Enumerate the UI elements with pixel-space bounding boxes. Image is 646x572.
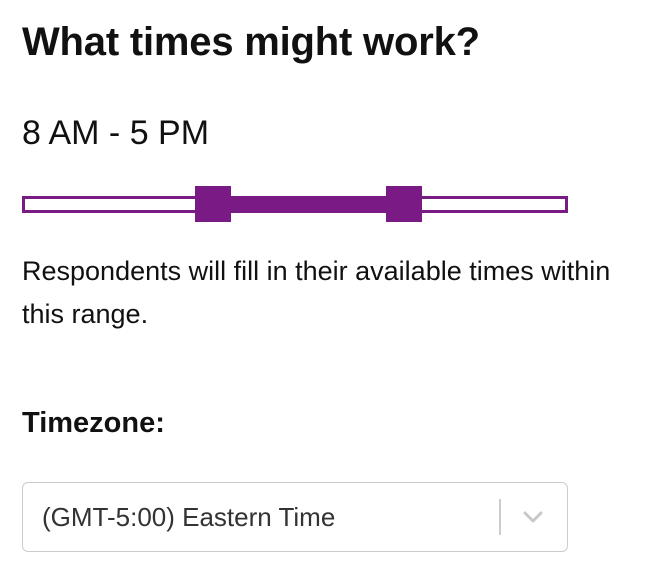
help-text: Respondents will fill in their available…: [22, 256, 611, 329]
select-separator: [499, 499, 501, 535]
timezone-select[interactable]: (GMT-5:00) Eastern Time: [22, 482, 568, 552]
timezone-label: Timezone:: [22, 407, 165, 439]
page-title: What times might work?: [22, 20, 480, 64]
slider-selected-range: [213, 196, 405, 213]
slider-start-handle[interactable]: [195, 186, 232, 222]
time-range-slider[interactable]: [22, 184, 568, 224]
time-range-label: 8 AM - 5 PM: [22, 114, 210, 152]
chevron-down-icon[interactable]: [513, 497, 553, 537]
slider-end-handle[interactable]: [386, 186, 423, 222]
timezone-selected-value: (GMT-5:00) Eastern Time: [42, 502, 336, 532]
